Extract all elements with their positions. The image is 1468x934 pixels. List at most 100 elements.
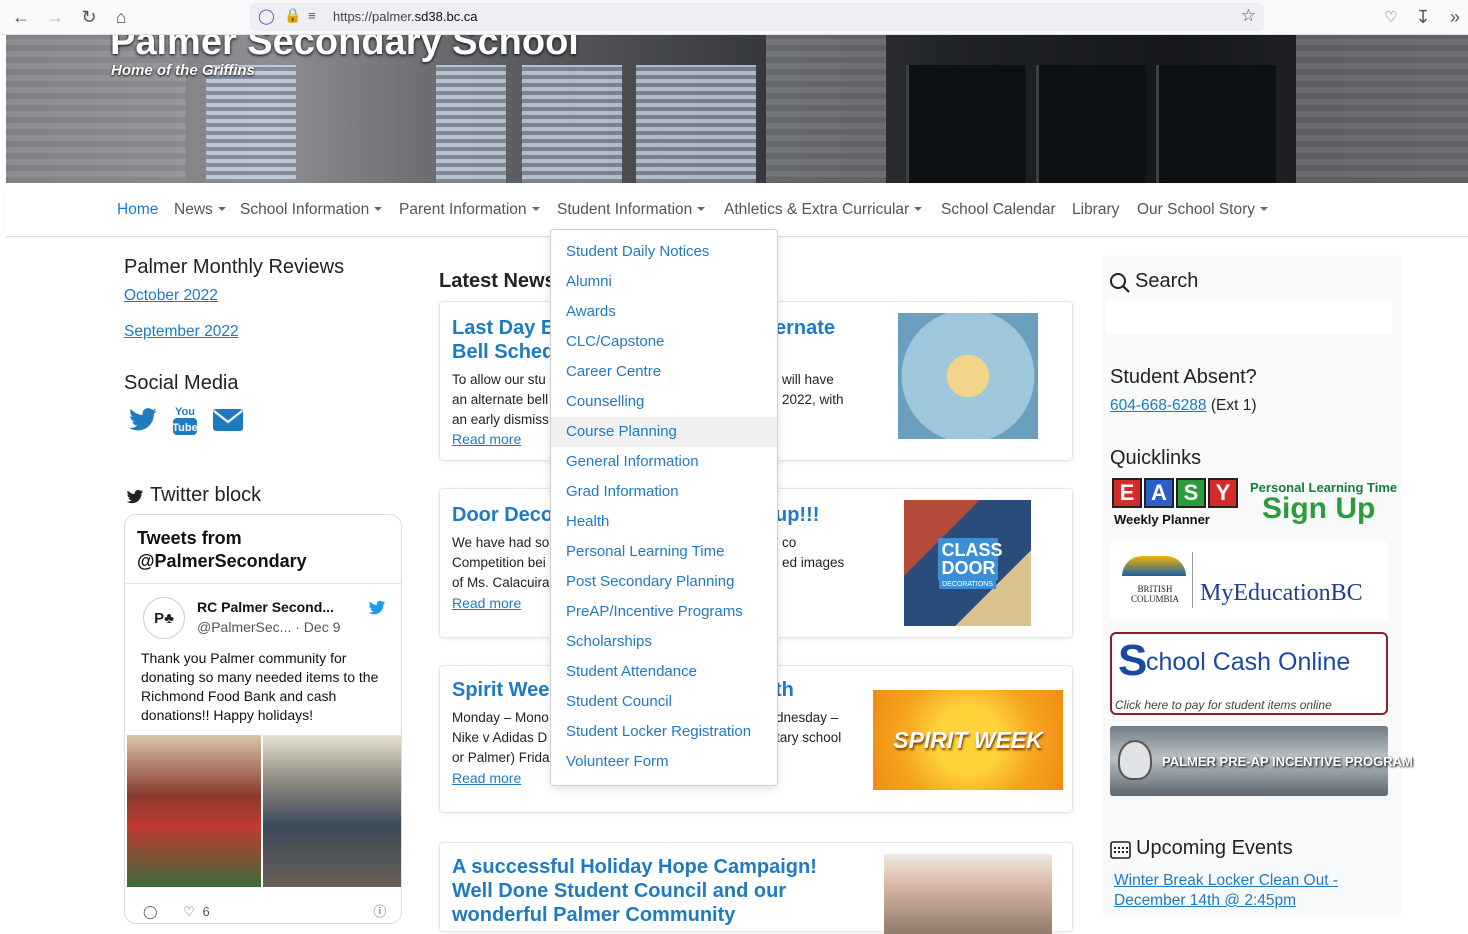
menu-item-general-information[interactable]: General Information: [551, 447, 777, 477]
menu-item-career-centre[interactable]: Career Centre: [551, 357, 777, 387]
nav-our-school-story[interactable]: Our School Story: [1137, 201, 1269, 219]
absent-phone-link[interactable]: 604-668-6288: [1110, 397, 1207, 414]
class-door-image[interactable]: CLASS DOOR DECORATIONS: [904, 500, 1031, 626]
social-heading: Social Media: [124, 372, 239, 394]
quicklink-schoolcash-online[interactable]: S chool Cash Online Click here to pay fo…: [1110, 632, 1388, 715]
news-excerpt-tail: will have 2022, with: [782, 372, 844, 407]
tweets-heading[interactable]: Tweets from @PalmerSecondary: [137, 527, 387, 573]
like-icon[interactable]: ♡: [183, 904, 195, 919]
home-icon[interactable]: ⌂: [108, 5, 134, 29]
menu-item-student-locker-registration[interactable]: Student Locker Registration: [551, 717, 777, 747]
bookmark-star-icon[interactable]: ☆: [1241, 6, 1256, 26]
nav-library[interactable]: Library: [1072, 201, 1119, 219]
tweet-handle[interactable]: @PalmerSec... · Dec 9: [197, 619, 340, 635]
reload-icon[interactable]: ↻: [76, 5, 102, 29]
nav-student-information[interactable]: Student Information: [557, 201, 706, 219]
twitter-heading: Twitter block: [150, 484, 262, 506]
news-title[interactable]: Spirit Weel: [452, 678, 555, 702]
event-link-line1[interactable]: Winter Break Locker Clean Out -: [1114, 872, 1338, 890]
event-link-line2[interactable]: December 14th @ 2:45pm: [1114, 892, 1296, 910]
divider: [1192, 552, 1193, 608]
email-icon[interactable]: [212, 403, 244, 437]
read-more-link[interactable]: Read more: [452, 770, 521, 786]
lock-icon[interactable]: 🔒: [284, 7, 301, 24]
menu-item-alumni[interactable]: Alumni: [551, 267, 777, 297]
read-more-link[interactable]: Read more: [452, 595, 521, 611]
shield-icon[interactable]: ◯: [258, 7, 275, 25]
url-bar[interactable]: ◯ 🔒 ≡ https://palmer.sd38.bc.ca ☆: [250, 3, 1264, 31]
nav-school-information[interactable]: School Information: [240, 201, 383, 219]
menu-item-health[interactable]: Health: [551, 507, 777, 537]
easy-letter-s: S: [1176, 478, 1206, 508]
avatar[interactable]: P♣: [143, 597, 185, 639]
holiday-hope-image[interactable]: [884, 854, 1052, 934]
nav-home[interactable]: Home: [117, 201, 158, 219]
menu-item-grad-information[interactable]: Grad Information: [551, 477, 777, 507]
twitter-icon[interactable]: [128, 403, 158, 437]
quicklink-preap-program[interactable]: PALMER PRE-AP INCENTIVE PROGRAM: [1110, 726, 1413, 796]
upcoming-events-heading: Upcoming Events: [1136, 837, 1293, 859]
quicklink-myeducationbc[interactable]: BRITISH COLUMBIA MyEducationBC: [1110, 542, 1388, 620]
schoolcash-sublabel: Click here to pay for student items onli…: [1115, 698, 1332, 712]
site-title[interactable]: Palmer Secondary School: [110, 35, 579, 64]
menu-item-personal-learning-time[interactable]: Personal Learning Time: [551, 537, 777, 567]
tweet-image-door[interactable]: [127, 735, 261, 887]
schoolcash-label: chool Cash Online: [1146, 648, 1351, 676]
download-icon[interactable]: ↧: [1410, 5, 1436, 29]
news-title[interactable]: A successful Holiday Hope Campaign!: [452, 855, 817, 879]
menu-item-preap-incentive-programs[interactable]: PreAP/Incentive Programs: [551, 597, 777, 627]
info-icon[interactable]: ⓘ: [373, 904, 386, 919]
spirit-week-image[interactable]: SPIRIT WEEK: [873, 690, 1063, 790]
read-more-link[interactable]: Read more: [452, 431, 521, 447]
menu-item-scholarships[interactable]: Scholarships: [551, 627, 777, 657]
menu-item-course-planning[interactable]: Course Planning: [551, 417, 777, 447]
youtube-icon[interactable]: You Tube: [172, 403, 198, 437]
news-title[interactable]: Last Day B: [452, 316, 555, 340]
news-title-tail[interactable]: ernate: [775, 316, 835, 340]
menu-item-student-attendance[interactable]: Student Attendance: [551, 657, 777, 687]
news-title[interactable]: Door Deco: [452, 503, 553, 527]
easy-letter-a: A: [1144, 478, 1174, 508]
quicklink-easy-signup[interactable]: E A S Y Weekly Planner Personal Learning…: [1110, 478, 1397, 530]
tweet-author-name[interactable]: RC Palmer Second...: [197, 599, 334, 615]
nav-parent-information[interactable]: Parent Information: [399, 201, 540, 219]
spirit-week-label: SPIRIT WEEK: [893, 726, 1043, 753]
menu-item-clc-capstone[interactable]: CLC/Capstone: [551, 327, 777, 357]
news-title-line3[interactable]: wonderful Palmer Community: [452, 903, 735, 927]
url-text[interactable]: https://palmer.sd38.bc.ca: [333, 9, 478, 24]
menu-item-student-council[interactable]: Student Council: [551, 687, 777, 717]
permissions-icon[interactable]: ≡: [308, 8, 316, 23]
divider: [125, 583, 401, 584]
class-door-sublabel: DECORATIONS: [939, 579, 996, 589]
reviews-heading: Palmer Monthly Reviews: [124, 256, 345, 278]
menu-item-volunteer-form[interactable]: Volunteer Form: [551, 747, 777, 777]
back-arrow-icon[interactable]: ←: [8, 5, 34, 29]
news-title-tail[interactable]: up!!!: [775, 503, 819, 527]
reindeer-pancake-image[interactable]: [898, 313, 1038, 439]
menu-item-counselling[interactable]: Counselling: [551, 387, 777, 417]
twitter-logo-icon[interactable]: [367, 599, 387, 617]
search-input[interactable]: [1106, 300, 1392, 334]
menu-item-student-daily-notices[interactable]: Student Daily Notices: [551, 237, 777, 267]
news-excerpt: We have had so Competition bei of Ms. Cala…: [452, 535, 550, 590]
nav-athletics[interactable]: Athletics & Extra Curricular: [724, 201, 923, 219]
news-title-line2[interactable]: Bell Sched: [452, 340, 554, 364]
hero-banner: Palmer Secondary School Home of the Grif…: [6, 35, 1468, 183]
overflow-chevron-icon[interactable]: »: [1442, 5, 1468, 29]
reply-icon[interactable]: ◯: [143, 904, 158, 919]
absent-ext: (Ext 1): [1210, 397, 1257, 414]
tweet-text: Thank you Palmer community for donating …: [141, 650, 379, 723]
pocket-icon[interactable]: ♡: [1378, 5, 1404, 29]
news-title-line2[interactable]: Well Done Student Council and our: [452, 879, 786, 903]
menu-item-awards[interactable]: Awards: [551, 297, 777, 327]
review-link-september[interactable]: September 2022: [124, 323, 239, 341]
review-link-october[interactable]: October 2022: [124, 287, 218, 305]
forward-arrow-icon[interactable]: →: [42, 5, 68, 29]
menu-item-post-secondary-planning[interactable]: Post Secondary Planning: [551, 567, 777, 597]
news-excerpt-tail: dnesday – tary school: [776, 710, 842, 745]
tweet-image-student[interactable]: [263, 735, 401, 887]
nav-school-calendar[interactable]: School Calendar: [941, 201, 1056, 219]
twitter-bird-icon: [126, 489, 144, 504]
hero-window: [522, 65, 622, 183]
nav-news[interactable]: News: [174, 201, 226, 219]
